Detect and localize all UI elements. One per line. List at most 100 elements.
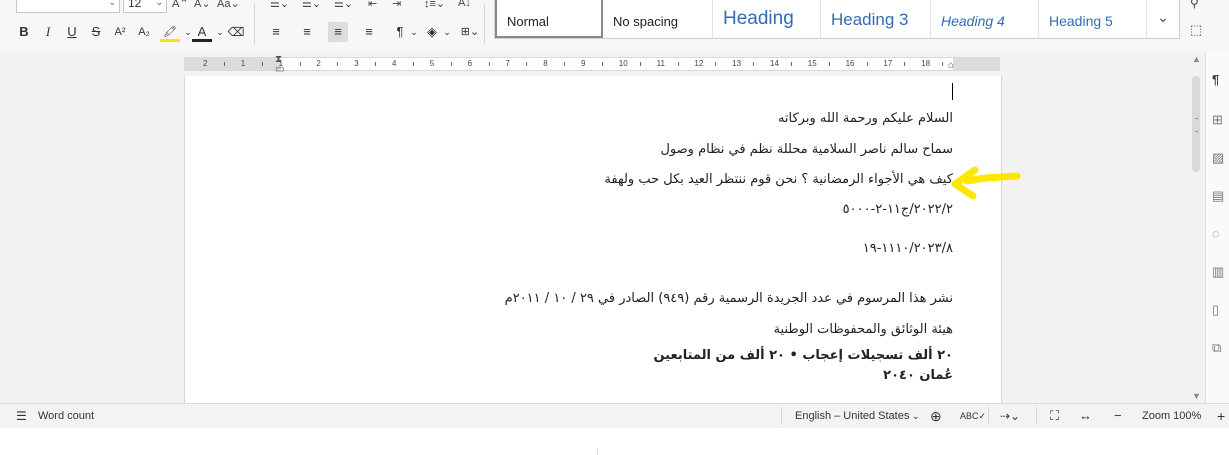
ruler-tick [790, 62, 792, 66]
style-heading[interactable]: Heading [713, 0, 821, 38]
ruler-tick [526, 62, 528, 66]
ruler-number: 17 [883, 59, 893, 68]
hanging-indent-marker[interactable]: ▭ [275, 64, 284, 75]
ruler-number: 16 [845, 59, 855, 68]
chevron-down-icon[interactable]: ⌄ [912, 404, 920, 428]
copy-icon[interactable]: ⧉ [1212, 340, 1221, 356]
numbering-icon[interactable]: ☰⌄ [302, 0, 321, 10]
shapes-icon[interactable]: ◌ [1212, 226, 1220, 241]
scroll-down-icon[interactable]: ▼ [1192, 391, 1201, 401]
ruler-tick [601, 62, 603, 66]
image-icon[interactable]: ▨ [1212, 150, 1224, 166]
word-count-icon[interactable]: ☰ [16, 404, 27, 428]
page-width-icon[interactable]: ↔ [1079, 404, 1092, 428]
chevron-down-icon[interactable]: ⌄ [155, 0, 163, 8]
style-heading-5[interactable]: Heading 5 [1039, 0, 1147, 38]
doc-line-question[interactable]: كيف هي الأجواء الرمضانية ؟ نحن قوم ننتظر… [604, 172, 953, 187]
zoom-out-icon[interactable]: − [1114, 404, 1122, 428]
ruler-tick [488, 62, 490, 66]
ruler-number: 10 [618, 59, 628, 68]
style-no-spacing[interactable]: No spacing [603, 0, 713, 38]
align-left-icon[interactable]: ≡ [266, 22, 286, 42]
grow-font-icon[interactable]: A⌃ [172, 0, 189, 10]
ruler-tick [450, 62, 452, 66]
ruler-tick [753, 62, 755, 66]
language-selector[interactable]: English – United States [795, 404, 909, 428]
bullets-icon[interactable]: ☰⌄ [270, 0, 289, 10]
document-page[interactable]: السلام عليكم ورحمة الله وبركاته سماح سال… [184, 76, 1021, 403]
layout-icon[interactable]: ▤ [1212, 188, 1224, 204]
styles-gallery: Normal No spacing Heading Heading 3 Head… [494, 0, 1180, 39]
superscript-icon[interactable]: A² [110, 22, 130, 42]
doc-line-author[interactable]: سماح سالم ناصر السلامية محللة نظم في نظا… [660, 142, 953, 157]
ruler-tick [261, 62, 263, 66]
chevron-down-icon[interactable]: ⌄ [404, 22, 424, 42]
zoom-in-icon[interactable]: + [1217, 404, 1225, 428]
divider [484, 4, 485, 44]
style-normal[interactable]: Normal [495, 0, 603, 38]
line-spacing-icon[interactable]: ↕≡⌄ [424, 0, 445, 10]
word-count-label[interactable]: Word count [38, 404, 94, 428]
document-icon[interactable]: ▯ [1212, 302, 1219, 318]
increase-indent-icon[interactable]: ⇥ [392, 0, 401, 10]
table-icon[interactable]: ⊞ [1212, 112, 1223, 128]
vertical-scrollbar[interactable]: ▲ ▼ [1189, 52, 1205, 403]
ruler-number: 2 [203, 59, 208, 68]
strikethrough-icon[interactable]: S [86, 22, 106, 42]
underline-icon[interactable]: U [62, 22, 82, 42]
align-center-icon[interactable]: ≡ [297, 22, 317, 42]
font-color-icon[interactable]: A [192, 22, 212, 42]
font-size-combo[interactable]: 12 ⌄ [123, 0, 167, 13]
subscript-icon[interactable]: A₂ [134, 22, 154, 42]
multilevel-list-icon[interactable]: ☰⌄ [334, 0, 353, 10]
text-predictions-icon[interactable]: ⇢⌄ [1000, 404, 1020, 428]
sort-icon[interactable]: A↓ [458, 0, 471, 9]
justify-icon[interactable]: ≡ [359, 22, 379, 42]
bold-icon[interactable]: B [14, 22, 34, 42]
doc-line-stats[interactable]: ٢٠ ألف تسجيلات إعجاب • ٢٠ ألف من المتابع… [653, 348, 953, 363]
grip-icon [1195, 118, 1198, 132]
focus-icon[interactable]: ⛶ [1050, 404, 1059, 428]
ruler-number: 7 [505, 59, 510, 68]
zoom-level[interactable]: Zoom 100% [1142, 404, 1201, 428]
ruler-number: 18 [921, 59, 931, 68]
borders-icon[interactable]: ⊞⌄ [460, 22, 480, 42]
style-label: Heading 3 [831, 10, 909, 29]
globe-icon[interactable]: ⊕ [930, 404, 942, 428]
doc-line-authority[interactable]: هيئة الوثائق والمحفوظات الوطنية [774, 322, 953, 337]
style-heading-4[interactable]: Heading 4 [931, 0, 1039, 38]
doc-line-greeting[interactable]: السلام عليكم ورحمة الله وبركاته [778, 111, 953, 126]
italic-icon[interactable]: I [38, 22, 58, 42]
decrease-indent-icon[interactable]: ⇤ [368, 0, 377, 10]
font-name-combo[interactable]: ⌄ [16, 0, 120, 13]
divider [254, 4, 255, 44]
side-pane: ¶ ⊞ ▨ ▤ ◌ ▥ ▯ ⧉ [1205, 52, 1229, 403]
doc-line-date[interactable]: ١١١٠/٢٠٢٣/٨-١٩ [863, 241, 953, 256]
chevron-down-icon[interactable]: ⌄ [1146, 0, 1179, 38]
horizontal-ruler[interactable]: 2 1 1 2 3 4 5 6 7 8 9 10 11 12 13 14 15 16 17 18 [184, 57, 1000, 71]
select-icon[interactable]: ⬚ [1190, 22, 1202, 38]
pilcrow-icon[interactable]: ¶ [1212, 72, 1219, 87]
highlight-icon[interactable]: 🖍 [160, 22, 180, 42]
spelling-icon[interactable]: ABC✓ [960, 404, 986, 428]
ruler-tick [375, 62, 377, 66]
ruler-tick [412, 62, 414, 66]
find-icon[interactable]: ⚲ [1190, 0, 1199, 10]
ruler-tick [639, 62, 641, 66]
doc-line-reference[interactable]: ٢٠٢٢/٢/ج١١-٢-٥٠٠٠ [843, 202, 953, 217]
clear-formatting-icon[interactable]: ⌫ [226, 22, 246, 42]
shrink-font-icon[interactable]: A⌄ [194, 0, 211, 10]
chevron-down-icon[interactable]: ⌄ [108, 0, 116, 8]
ruler-tick [564, 62, 566, 66]
change-case-icon[interactable]: Aa⌄ [217, 0, 240, 10]
ruler-right-margin [953, 58, 999, 70]
doc-line-decree[interactable]: نشر هذا المرسوم في عدد الجريدة الرسمية ر… [505, 291, 953, 306]
chart-icon[interactable]: ▥ [1212, 264, 1224, 280]
right-indent-marker[interactable]: ⌂ [948, 60, 954, 71]
font-size-value: 12 [128, 0, 142, 10]
chevron-down-icon[interactable]: ⌄ [437, 22, 457, 42]
scroll-up-icon[interactable]: ▲ [1192, 54, 1201, 64]
style-heading-3[interactable]: Heading 3 [821, 0, 931, 38]
doc-line-vision[interactable]: عُمان ٢٠٤٠ [883, 368, 953, 383]
align-right-icon[interactable]: ≡ [328, 22, 348, 42]
